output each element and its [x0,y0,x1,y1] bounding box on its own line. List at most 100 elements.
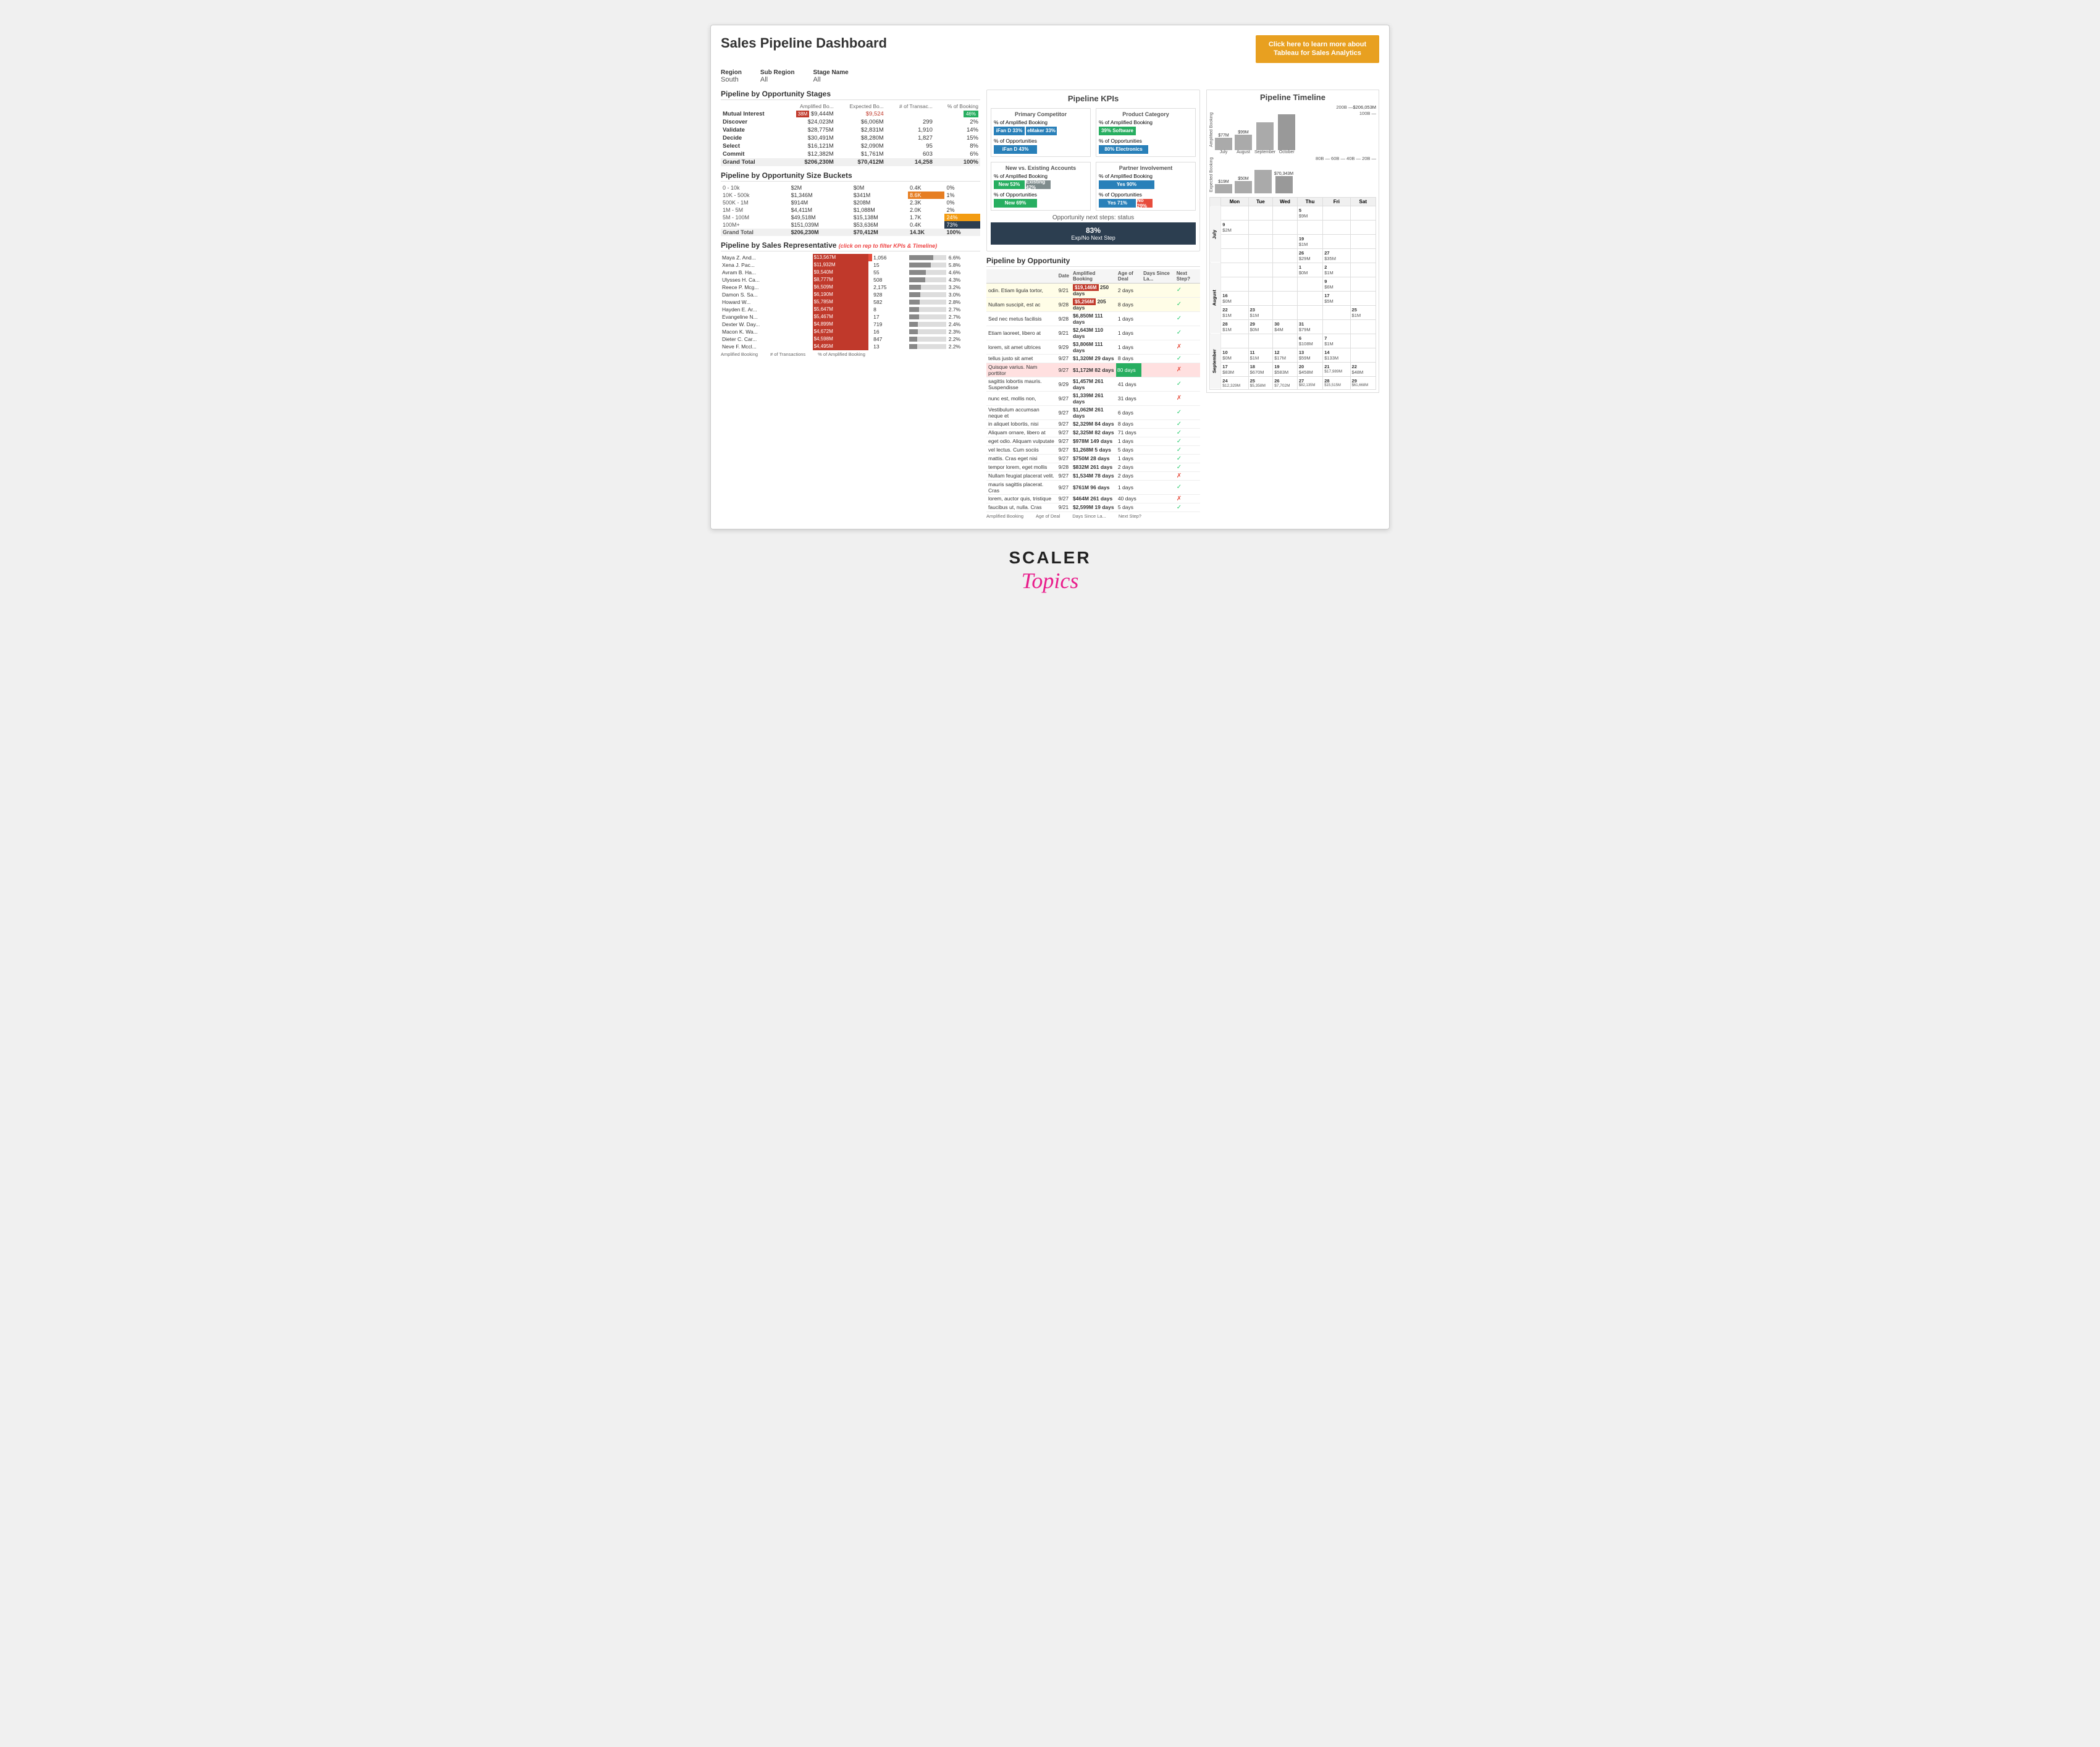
kpi-label: % of Amplified Booking [1099,119,1153,125]
table-row[interactable]: eget odio. Aliquam vulputate 9/27 $978M … [986,437,1200,445]
chart-bar-july: $77M July [1215,133,1232,154]
table-row[interactable]: 500K - 1M $914M $208M 2.3K 0% [721,199,980,206]
bar-oct-amplified [1278,114,1295,150]
opp-age: 40 days [1116,494,1141,503]
table-row[interactable]: Dieter C. Car... $4,598M 847 2.2% [721,335,980,343]
size-exp: $341M [852,192,908,199]
table-row[interactable]: faucibus ut, nulla. Cras 9/21 $2,599M 19… [986,503,1200,511]
table-row[interactable]: Nullam suscipit, est ac 9/28 $5,256M 205… [986,297,1200,311]
kpi-bar-group: iFan D 33% eMaker 33% [994,127,1088,135]
table-row[interactable]: Xena J. Pac... $11,932M 15 5.8% [721,261,980,269]
table-row[interactable]: nunc est, mollis non, 9/27 $1,339M 261 d… [986,391,1200,405]
table-row[interactable]: Quisque varius. Nam porttitor 9/27 $1,17… [986,363,1200,377]
table-row[interactable]: Mutual Interest 38M $9,444M $9,524 46% [721,110,980,118]
opp-age: 5 days [1116,503,1141,511]
table-row[interactable]: tempor lorem, eget mollis 9/28 $832M 261… [986,463,1200,471]
size-range: 500K - 1M [721,199,789,206]
table-row[interactable]: Nullam feugiat placerat velit. 9/27 $1,5… [986,471,1200,480]
table-row[interactable]: Ulysses H. Ca... $8,777M 508 4.3% [721,276,980,284]
table-row[interactable]: tellus justo sit amet 9/27 $1,320M 29 da… [986,354,1200,363]
opp-days [1141,405,1175,419]
rep-bar [908,291,947,298]
cta-button[interactable]: Click here to learn more about Tableau f… [1256,35,1379,63]
kpi-bar-new: New 53% [994,180,1025,189]
table-row[interactable]: Macon K. Wa... $4,672M 16 2.3% [721,328,980,335]
table-row[interactable]: lorem, auctor quis, tristique 9/27 $464M… [986,494,1200,503]
rep-name: Maya Z. And... [721,254,813,261]
kpi-section: Pipeline KPIs Primary Competitor % of Am… [986,90,1200,251]
table-row[interactable]: Select $16,121M $2,090M 95 8% [721,142,980,150]
table-row[interactable]: 100M+ $151,039M $53,636M 0.4K 73% [721,221,980,229]
calendar-row: 9$6M [1210,277,1376,291]
table-row[interactable]: 1M - 5M $4,411M $1,088M 2.0K 2% [721,206,980,214]
rep-amp: $4,598M [813,335,868,343]
table-row[interactable]: Commit $12,382M $1,761M 603 6% [721,150,980,158]
rep-name: Dieter C. Car... [721,335,813,343]
table-row[interactable]: Howard W... $5,785M 582 2.8% [721,298,980,306]
table-row[interactable]: Decide $30,491M $8,280M 1,827 15% [721,134,980,142]
table-row[interactable]: Etiam laoreet, libero at 9/21 $2,643M 11… [986,326,1200,340]
kpi-product-category: Product Category % of Amplified Booking … [1096,108,1196,157]
cal-cell [1221,263,1248,277]
kpi-row: % of Amplified Booking [994,173,1088,179]
chart-bar-oct: October [1278,114,1295,154]
table-row[interactable]: vel lectus. Cum sociis 9/27 $1,268M 5 da… [986,445,1200,454]
size-range: 0 - 10k [721,184,789,192]
table-row[interactable]: sagittis lobortis mauris. Suspendisse 9/… [986,377,1200,391]
table-row[interactable]: Avram B. Ha... $9,540M 55 4.6% [721,269,980,276]
table-row[interactable]: Evangeline N... $5,467M 17 2.7% [721,313,980,321]
opp-name: odin. Etiam ligula tortor, [986,283,1057,297]
opp-days [1141,437,1175,445]
pipeline-rep-table: Maya Z. And... $13,567M 1,056 6.6% Xena … [721,254,980,350]
month-july: July [1210,206,1221,263]
table-row[interactable]: Vestibulum accumsan neque et 9/27 $1,062… [986,405,1200,419]
table-row[interactable]: 5M - 100M $49,518M $15,138M 1.7K 24% [721,214,980,221]
table-row[interactable]: Aliquam ornare, libero at 9/27 $2,325M 8… [986,428,1200,437]
rep-bar [908,284,947,291]
opp-age: 8 days [1116,297,1141,311]
opp-date: 9/27 [1057,454,1071,463]
table-row[interactable]: 0 - 10k $2M $0M 0.4K 0% [721,184,980,192]
opp-amount: $1,320M 29 days [1071,354,1116,363]
table-row[interactable]: Reece P. Mcg... $6,509M 2,175 3.2% [721,284,980,291]
chart-content: 80B — 60B — 40B — 20B — $19M $50M [1215,156,1376,193]
bar-july-amplified [1215,138,1232,150]
rep-footer-pct: % of Amplified Booking [818,352,865,357]
size-amp: $914M [789,199,852,206]
table-row[interactable]: mauris sagittis placerat. Cras 9/27 $761… [986,480,1200,494]
table-row[interactable]: 10K - 500k $1,346M $341M 8.6K 1% [721,192,980,199]
cal-cell [1350,206,1376,220]
table-row[interactable]: Discover $24,023M $6,006M 299 2% [721,118,980,126]
opp-age: 2 days [1116,283,1141,297]
table-row[interactable]: Maya Z. And... $13,567M 1,056 6.6% [721,254,980,261]
filter-subregion-value[interactable]: All [760,76,768,83]
chart-bars: $77M July $99M August [1215,117,1376,154]
table-row[interactable]: Validate $28,775M $2,831M 1,910 14% [721,126,980,134]
opp-age: 8 days [1116,419,1141,428]
chart-bar-sep-exp [1254,170,1272,193]
table-row[interactable]: Dexter W. Day... $4,899M 719 2.4% [721,321,980,328]
col-transactions: # of Transac... [886,103,934,110]
cal-cell [1350,348,1376,362]
kpi-new-existing: New vs. Existing Accounts % of Amplified… [991,162,1091,211]
table-row[interactable]: Neve F. Mccl... $4,495M 13 2.2% [721,343,980,350]
table-row[interactable]: mattis. Cras eget nisi 9/27 $750M 28 day… [986,454,1200,463]
table-row[interactable]: in aliquet lobortis, nisi 9/27 $2,329M 8… [986,419,1200,428]
opp-amount: $1,172M 82 days [1071,363,1116,377]
rep-trans: 719 [872,321,908,328]
calendar-row: 28$1M 29$0M 30$4M 31$79M [1210,319,1376,334]
calendar-row: August 1$0M 2$1M [1210,263,1376,277]
rep-pct: 2.3% [947,328,980,335]
pipeline-rep-section: Pipeline by Sales Representative (click … [721,241,980,357]
filter-stage-value[interactable]: All [813,76,820,83]
table-row[interactable]: lorem, sit amet ultrices 9/29 $3,806M 11… [986,340,1200,354]
col-name [986,269,1057,284]
table-row[interactable]: Damon S. Sa... $6,190M 928 3.0% [721,291,980,298]
cal-cell [1350,319,1376,334]
cal-cell: 6$108M [1297,334,1322,348]
table-row[interactable]: Sed nec metus facilisis 9/28 $6,850M 111… [986,311,1200,326]
table-row[interactable]: Hayden E. Ar... $5,647M 8 2.7% [721,306,980,313]
stage-pct: 14% [934,126,980,134]
filter-region-value[interactable]: South [721,76,739,83]
table-row[interactable]: odin. Etiam ligula tortor, 9/21 $19,146M… [986,283,1200,297]
